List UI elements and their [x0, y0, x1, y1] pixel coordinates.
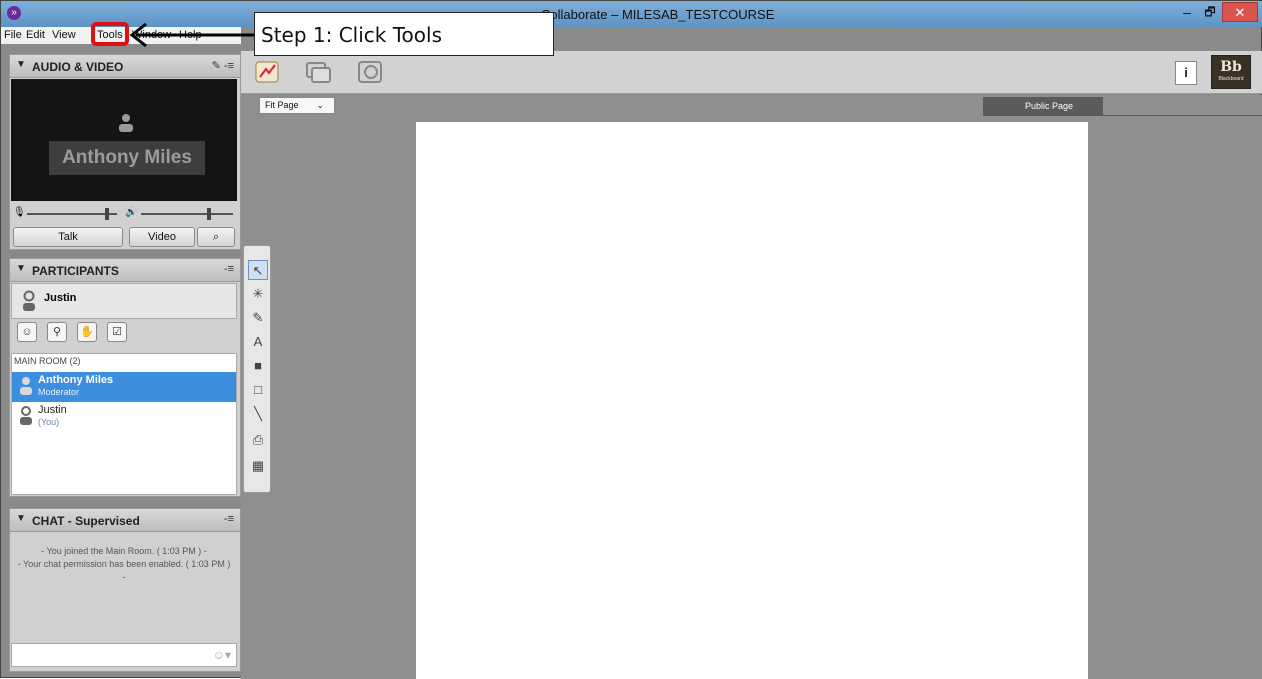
app-window: » Collaborate – MILESAB_TESTCOURSE – 🗗 ✕… [0, 0, 1262, 679]
window-title: Collaborate – MILESAB_TESTCOURSE [541, 7, 775, 22]
video-area [11, 79, 237, 201]
main-toolbar: i Bb Blackboard [241, 51, 1262, 94]
minimize-button[interactable]: – [1176, 5, 1198, 21]
collapse-icon: ▼ [16, 263, 26, 274]
chat-message: - Your chat permission has been enabled.… [17, 559, 231, 582]
whiteboard-area: Fit Page ⌄ Public Page [241, 95, 1262, 679]
person-icon [20, 406, 32, 425]
screen-capture-icon[interactable]: ⎙ [248, 430, 268, 450]
self-participant: Justin [11, 283, 237, 319]
person-icon [119, 114, 133, 132]
pen-tool-icon[interactable]: ✎ [248, 308, 268, 328]
close-button[interactable]: ✕ [1222, 2, 1258, 22]
participant-list: MAIN ROOM (2) Anthony Miles Moderator Ju… [11, 353, 237, 495]
participant-name: Justin [38, 404, 67, 416]
zoom-select[interactable]: Fit Page ⌄ [259, 97, 335, 114]
pointer-tool-icon[interactable]: ✳ [248, 284, 268, 304]
whiteboard-page[interactable] [416, 122, 1088, 679]
self-name: Justin [44, 292, 77, 304]
poll-response-icon[interactable]: ☑ [107, 322, 127, 342]
menu-file[interactable]: File [4, 29, 22, 41]
emotion-icon[interactable]: ☺ [17, 322, 37, 342]
select-tool-icon[interactable]: ↖ [248, 260, 268, 280]
panel-menu-icon[interactable]: -≡ [224, 513, 234, 525]
person-icon [20, 377, 32, 395]
room-label: MAIN ROOM (2) [14, 356, 81, 366]
line-tool-icon[interactable]: ╲ [248, 404, 268, 424]
public-page-tab[interactable]: Public Page [983, 97, 1103, 115]
speaker-name: Anthony Miles [49, 141, 205, 175]
raise-hand-icon[interactable]: ✋ [77, 322, 97, 342]
maximize-button[interactable]: 🗗 [1199, 5, 1221, 21]
mic-slider-track[interactable] [27, 213, 117, 215]
collapse-icon: ▼ [16, 59, 26, 70]
speaker-slider-track[interactable] [141, 213, 233, 215]
person-icon [23, 290, 35, 311]
speaker-icon: 🔊 [125, 207, 138, 218]
step-callout: Step 1: Click Tools [254, 12, 554, 56]
panel-menu-icon[interactable]: -≡ [224, 263, 234, 275]
text-tool-icon[interactable]: A [248, 332, 268, 352]
chat-input[interactable]: ☺▾ [11, 643, 237, 667]
collapse-icon: ▼ [16, 513, 26, 524]
participants-header[interactable]: ▼ PARTICIPANTS -≡ [9, 258, 241, 282]
step-away-icon[interactable]: ⚲ [47, 322, 67, 342]
audio-video-header[interactable]: ▼ AUDIO & VIDEO ✎ -≡ [9, 54, 241, 78]
list-item[interactable]: Justin (You) [12, 402, 236, 432]
whiteboard-tool-palette: ↖ ✳ ✎ A ■ □ ╲ ⎙ ▦ [243, 245, 271, 493]
list-item[interactable]: Anthony Miles Moderator [12, 372, 236, 402]
microphone-icon: 🎙 [13, 207, 26, 218]
video-button[interactable]: Video [129, 227, 195, 247]
participant-tools: ☺ ⚲ ✋ ☑ [11, 319, 237, 349]
arrow-icon [129, 22, 254, 48]
video-settings-icon[interactable]: ⌕ [197, 227, 235, 247]
filled-rectangle-tool-icon[interactable]: ■ [248, 356, 268, 376]
menu-view[interactable]: View [52, 29, 76, 41]
divider [983, 115, 1262, 116]
chevron-down-icon: ⌄ [316, 100, 324, 110]
panel-menu-icon[interactable]: ✎ -≡ [212, 59, 234, 72]
volume-sliders: 🎙 🔊 [13, 205, 237, 223]
collaborate-app-icon[interactable]: » [7, 6, 21, 20]
web-tour-icon[interactable] [355, 57, 385, 87]
tools-highlight-box [91, 22, 129, 46]
whiteboard-mode-icon[interactable] [253, 57, 283, 87]
insert-image-icon[interactable]: ▦ [248, 456, 268, 476]
menu-edit[interactable]: Edit [26, 29, 45, 41]
rectangle-tool-icon[interactable]: □ [248, 380, 268, 400]
application-sharing-icon[interactable] [303, 57, 333, 87]
mic-slider-handle[interactable] [105, 208, 109, 220]
talk-button[interactable]: Talk [13, 227, 123, 247]
speaker-slider-handle[interactable] [207, 208, 211, 220]
participant-role: Moderator [38, 387, 80, 397]
chat-header[interactable]: ▼ CHAT - Supervised -≡ [9, 508, 241, 532]
chat-messages: - You joined the Main Room. ( 1:03 PM ) … [11, 533, 237, 641]
chat-message: - You joined the Main Room. ( 1:03 PM ) … [41, 546, 207, 556]
emoticon-icon[interactable]: ☺▾ [213, 648, 231, 662]
participant-name: Anthony Miles [38, 374, 114, 386]
blackboard-logo: Bb Blackboard [1211, 55, 1251, 89]
participant-role: (You) [38, 417, 60, 427]
info-button[interactable]: i [1175, 61, 1197, 85]
